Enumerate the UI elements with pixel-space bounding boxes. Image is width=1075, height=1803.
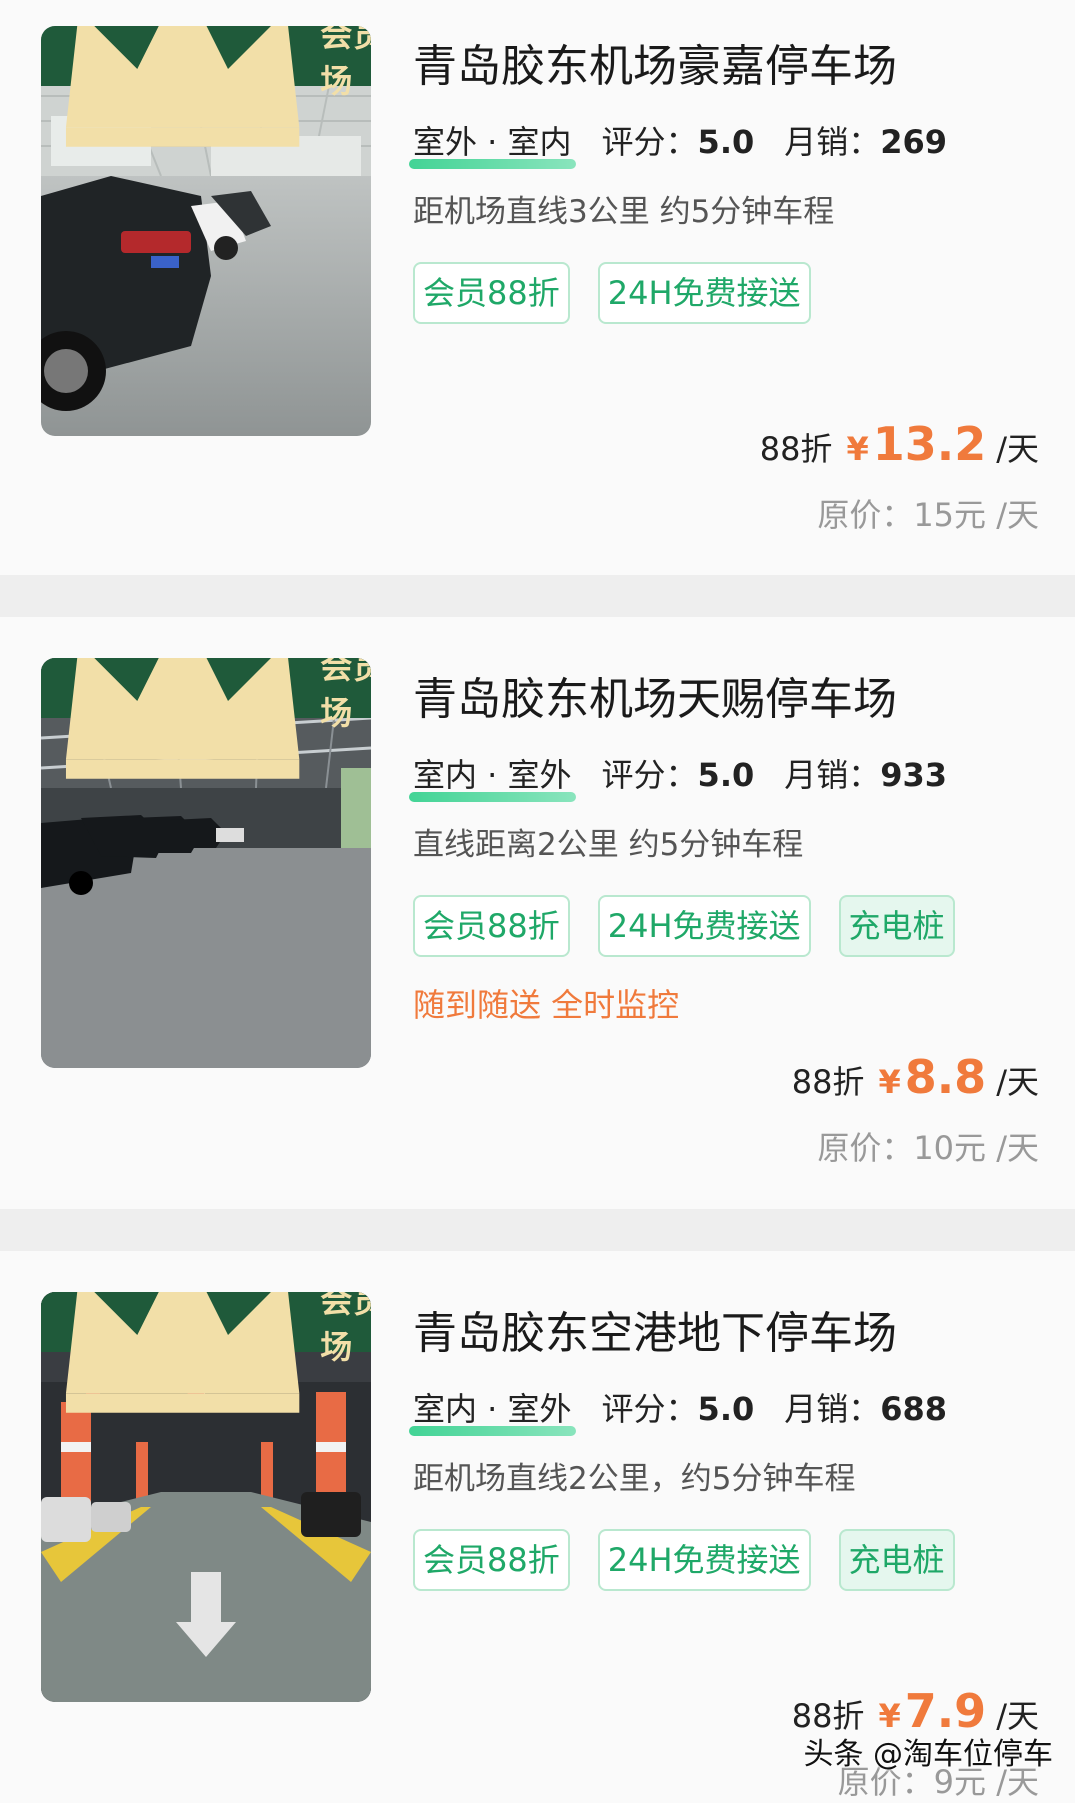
rating-label: 评分： [601, 756, 698, 794]
rating-value: 5.0 [697, 756, 755, 794]
parking-meta: 室内 · 室外 评分：5.0 月销：688 [409, 1384, 977, 1436]
tag-member-discount: 会员88折 [413, 1529, 570, 1591]
sales-value: 269 [880, 123, 948, 161]
price-unit: /天 [996, 430, 1039, 468]
tag-list: 会员88折 24H免费接送 充电桩 [413, 895, 955, 957]
discount-label: 88折 [759, 430, 833, 468]
vip-badge: 会员车场 [41, 658, 371, 779]
parking-photo[interactable]: 会员车场 [41, 1292, 371, 1702]
parking-meta: 室内 · 室外 评分：5.0 月销：933 [409, 750, 977, 802]
parking-title[interactable]: 青岛胶东机场天赐停车场 [413, 663, 897, 727]
parking-photo[interactable]: 会员车场 [41, 658, 371, 1068]
sales-label: 月销： [784, 756, 881, 794]
crown-icon [65, 26, 300, 147]
rating: 评分：5.0 [602, 1384, 755, 1430]
tag-free-shuttle: 24H免费接送 [597, 1529, 811, 1591]
tag-free-shuttle: 24H免费接送 [597, 262, 811, 324]
distance-info: 距机场直线2公里，约5分钟车程 [413, 1461, 856, 1497]
vip-badge-label: 会员车场 [320, 26, 371, 100]
monthly-sales: 月销：269 [784, 117, 947, 163]
monthly-sales: 月销：933 [784, 750, 947, 796]
environment-type: 室内 · 室外 [409, 1384, 576, 1436]
tag-charging-pile: 充电桩 [838, 1529, 955, 1591]
currency-symbol: ¥ [846, 430, 869, 468]
price-value: 8.8 [904, 1050, 987, 1104]
tag-charging-pile: 充电桩 [838, 895, 955, 957]
rating-value: 5.0 [697, 123, 755, 161]
sales-label: 月销： [784, 123, 881, 161]
price-unit: /天 [996, 1063, 1039, 1101]
tag-free-shuttle: 24H免费接送 [597, 895, 811, 957]
price-value: 13.2 [872, 417, 987, 471]
rating: 评分：5.0 [602, 117, 755, 163]
tag-member-discount: 会员88折 [413, 895, 570, 957]
tag-member-discount: 会员88折 [413, 262, 570, 324]
currency-symbol: ¥ [878, 1063, 901, 1101]
crown-icon [65, 1292, 300, 1413]
rating-label: 评分： [601, 1390, 698, 1428]
environment-type-label: 室外 · 室内 [413, 123, 572, 161]
watermark: 头条 @淘车位停车 [803, 1737, 1053, 1772]
parking-card[interactable]: 会员车场 青岛胶东机场豪嘉停车场 室外 · 室内 评分：5.0 月销：269 距… [0, 0, 1075, 575]
parking-card[interactable]: 会员车场 青岛胶东空港地下停车场 室内 · 室外 评分：5.0 月销：688 距… [0, 1251, 1075, 1803]
sales-value: 688 [880, 1390, 948, 1428]
distance-info: 距机场直线3公里 约5分钟车程 [413, 194, 835, 230]
parking-photo[interactable]: 会员车场 [41, 26, 371, 436]
vip-badge: 会员车场 [41, 1292, 371, 1413]
discount-label: 88折 [791, 1063, 865, 1101]
parking-title[interactable]: 青岛胶东机场豪嘉停车场 [413, 30, 897, 94]
card-divider [0, 1209, 1075, 1251]
rating-label: 评分： [601, 123, 698, 161]
vip-badge: 会员车场 [41, 26, 371, 147]
crown-icon [65, 658, 300, 779]
environment-type: 室外 · 室内 [409, 117, 576, 169]
parking-title[interactable]: 青岛胶东空港地下停车场 [413, 1297, 897, 1361]
original-price: 原价：10元 /天 [817, 1129, 1039, 1167]
sales-value: 933 [880, 756, 948, 794]
distance-info: 直线距离2公里 约5分钟车程 [413, 827, 804, 863]
vip-badge-label: 会员车场 [320, 1292, 371, 1366]
rating-value: 5.0 [697, 1390, 755, 1428]
service-note: 随到随送 全时监控 [413, 986, 680, 1024]
parking-meta: 室外 · 室内 评分：5.0 月销：269 [409, 117, 977, 169]
rating: 评分：5.0 [602, 750, 755, 796]
card-divider [0, 575, 1075, 617]
price-row: 88折 ¥ 13.2 /天 [760, 417, 1039, 471]
tag-list: 会员88折 24H免费接送 [413, 262, 811, 324]
tag-list: 会员88折 24H免费接送 充电桩 [413, 1529, 955, 1591]
original-price: 原价：15元 /天 [817, 496, 1039, 534]
environment-type-label: 室内 · 室外 [413, 756, 572, 794]
price-row: 88折 ¥ 8.8 /天 [792, 1050, 1039, 1104]
vip-badge-label: 会员车场 [320, 658, 371, 732]
parking-list: 会员车场 青岛胶东机场豪嘉停车场 室外 · 室内 评分：5.0 月销：269 距… [0, 0, 1075, 1803]
parking-card[interactable]: 会员车场 青岛胶东机场天赐停车场 室内 · 室外 评分：5.0 月销：933 直… [0, 617, 1075, 1209]
environment-type: 室内 · 室外 [409, 750, 576, 802]
sales-label: 月销： [784, 1390, 881, 1428]
environment-type-label: 室内 · 室外 [413, 1390, 572, 1428]
monthly-sales: 月销：688 [784, 1384, 947, 1430]
